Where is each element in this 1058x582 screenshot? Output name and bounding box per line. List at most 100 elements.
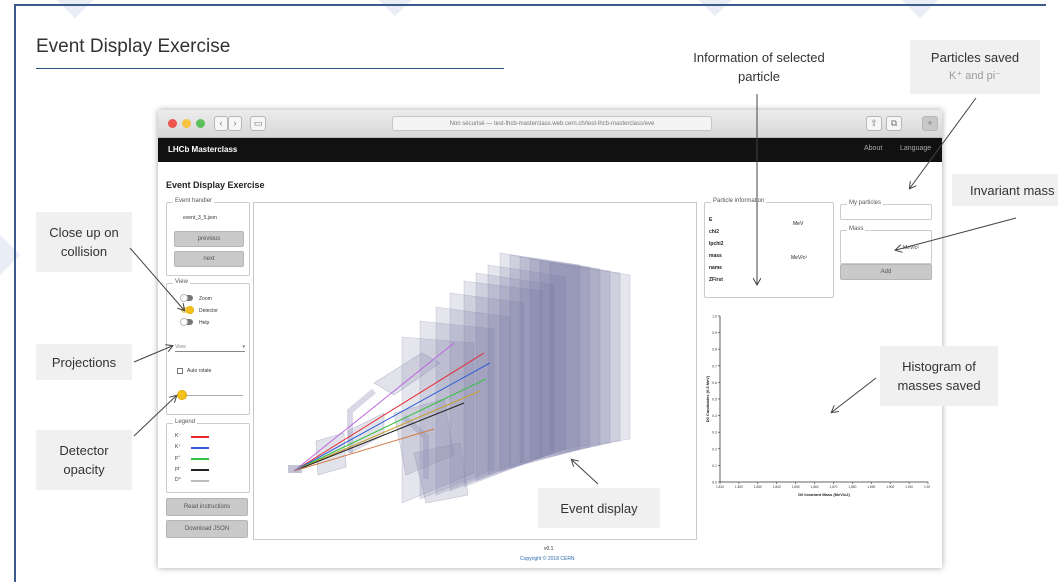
annotation-close-up: Close up on collision <box>36 212 132 272</box>
legend-swatch-k-minus <box>191 436 209 438</box>
annotation-projections: Projections <box>36 344 132 380</box>
my-particles-legend: My particles <box>847 200 884 206</box>
info-name: name <box>709 265 723 271</box>
legend-label-k-minus: K⁻ <box>175 433 181 439</box>
detector-toggle[interactable] <box>181 306 194 314</box>
histogram-y-label: D0 Candidates (0.5 MeV) <box>705 375 710 422</box>
help-label: Help <box>199 320 210 326</box>
annotation-detector-opacity: Detector opacity <box>36 430 132 490</box>
annotation-info-selected: Information of selected particle <box>693 50 825 84</box>
annotation-event-display: Event display <box>538 488 660 528</box>
legend-label-k-plus: K⁺ <box>175 444 181 450</box>
histogram-x-tick-label: 1,850 <box>792 485 800 489</box>
view-legend: View <box>173 279 190 285</box>
opacity-slider-handle[interactable] <box>177 390 187 400</box>
histogram-y-tick-label: 1.0 <box>712 315 717 319</box>
legend-label-d0: D⁰ <box>175 477 181 483</box>
legend-swatch-pi-minus <box>191 469 209 471</box>
detector-label: Detector <box>199 308 218 314</box>
histogram-x-tick-label: 1,840 <box>773 485 781 489</box>
app-navbar: LHCb Masterclass About Language <box>158 138 942 162</box>
corner-decoration <box>898 0 942 19</box>
next-button[interactable]: next <box>174 251 244 267</box>
particle-information-legend: Particle information <box>711 198 767 204</box>
maximize-window-icon[interactable] <box>196 119 205 128</box>
info-energy: E <box>709 217 713 223</box>
zoom-label: Zoom <box>199 296 212 302</box>
app-version: v0.1 <box>544 546 554 552</box>
histogram-y-tick-label: 0.6 <box>712 381 717 385</box>
particle-information-panel: Particle information E chi2 Ipchi2 mass … <box>704 198 834 298</box>
info-zfirst: ZFirst <box>709 277 723 283</box>
sidebar-toggle-icon[interactable]: ▭ <box>250 116 266 131</box>
legend-swatch-k-plus <box>191 447 209 449</box>
previous-button[interactable]: previous <box>174 231 244 247</box>
mass-histogram: 1.0 0.9 0.8 0.7 0.6 0.5 0.4 0.3 0.2 0.1 0.0 1,810 1,… <box>704 310 932 510</box>
brand-link[interactable]: LHCb Masterclass <box>168 145 237 154</box>
close-window-icon[interactable] <box>168 119 177 128</box>
mass-panel: Mass MeV/c² <box>840 226 932 264</box>
url-bar[interactable]: Non sécurisé — test-lhcb-masterclass.web… <box>392 116 712 131</box>
share-icon[interactable]: ⇧ <box>866 116 882 131</box>
view-panel: View Zoom Detector Help View ▾ Auto rota… <box>166 279 250 415</box>
annotation-particles-saved: Particles saved K⁺ and pi⁻ <box>910 40 1040 94</box>
annotation-histogram: Histogram of masses saved <box>880 346 998 406</box>
histogram-y-tick-label: 0.7 <box>712 364 717 368</box>
histogram-y-tick-label: 0.0 <box>712 481 717 485</box>
new-tab-icon[interactable]: + <box>922 116 938 131</box>
nav-language[interactable]: Language <box>900 145 931 152</box>
forward-button[interactable]: › <box>228 116 242 131</box>
chevron-down-icon: ▾ <box>242 344 245 350</box>
histogram-y-tick-label: 0.4 <box>712 414 717 418</box>
annotation-particles-saved-sub: K⁺ and pi⁻ <box>949 70 1001 82</box>
title-underline <box>36 68 504 69</box>
histogram-x-tick-label: 1,920 <box>924 485 930 489</box>
histogram-x-tick-label: 1,890 <box>867 485 875 489</box>
slide-title: Event Display Exercise <box>36 36 231 57</box>
legend-label-pi-minus: pi⁻ <box>175 466 182 472</box>
event-handler-legend: Event handler <box>173 198 215 204</box>
tabs-icon[interactable]: ⧉ <box>886 116 902 131</box>
app-copyright[interactable]: Copyright © 2018 CERN <box>520 556 575 562</box>
histogram-x-tick-label: 1,910 <box>905 485 913 489</box>
info-chi2: chi2 <box>709 229 720 235</box>
histogram-y-tick-label: 0.5 <box>712 398 717 402</box>
corner-decoration <box>693 0 737 17</box>
histogram-x-tick-label: 1,810 <box>716 485 724 489</box>
mass-unit: MeV/c² <box>903 245 919 251</box>
histogram-x-tick-label: 1,880 <box>848 485 856 489</box>
info-mass: mass <box>709 253 722 259</box>
back-button[interactable]: ‹ <box>214 116 228 131</box>
nav-about[interactable]: About <box>864 145 882 152</box>
browser-chrome: ‹ › ▭ Non sécurisé — test-lhcb-mastercla… <box>158 110 942 138</box>
view-select[interactable]: View ▾ <box>175 342 245 352</box>
slide-frame <box>14 4 16 582</box>
auto-rotate-checkbox[interactable] <box>177 368 183 374</box>
info-mass-unit: MeV/c² <box>791 255 807 261</box>
histogram-y-tick-label: 0.3 <box>712 431 717 435</box>
help-toggle[interactable] <box>180 318 193 326</box>
download-json-button[interactable]: Download JSON <box>166 520 248 538</box>
my-particles-panel: My particles <box>840 200 932 220</box>
opacity-slider[interactable] <box>179 395 243 396</box>
read-instructions-button[interactable]: Read instructions <box>166 498 248 516</box>
legend-swatch-p-plus <box>191 458 209 460</box>
zoom-toggle[interactable] <box>180 294 193 302</box>
mass-legend: Mass <box>847 226 866 232</box>
legend-label-p-plus: p⁺ <box>175 455 181 461</box>
histogram-x-tick-label: 1,900 <box>886 485 894 489</box>
info-ipchi2: Ipchi2 <box>709 241 724 247</box>
auto-rotate-label: Auto rotate <box>187 368 212 374</box>
add-button[interactable]: Add <box>840 264 932 280</box>
presentation-slide: Event Display Exercise ‹ › ▭ Non sécuris… <box>0 0 1058 582</box>
app-title: Event Display Exercise <box>166 180 265 190</box>
annotation-particles-saved-title: Particles saved <box>930 50 1020 65</box>
histogram-y-tick-label: 0.1 <box>712 464 717 468</box>
corner-decoration <box>373 0 417 17</box>
histogram-x-tick-label: 1,820 <box>735 485 743 489</box>
corner-decoration <box>0 233 21 277</box>
histogram-x-tick-label: 1,860 <box>811 485 819 489</box>
minimize-window-icon[interactable] <box>182 119 191 128</box>
histogram-axes: 1.0 0.9 0.8 0.7 0.6 0.5 0.4 0.3 0.2 0.1 0.01,810 1,… <box>705 315 932 498</box>
legend-panel: Legend K⁻ K⁺ p⁺ pi⁻ D⁰ <box>166 419 250 493</box>
